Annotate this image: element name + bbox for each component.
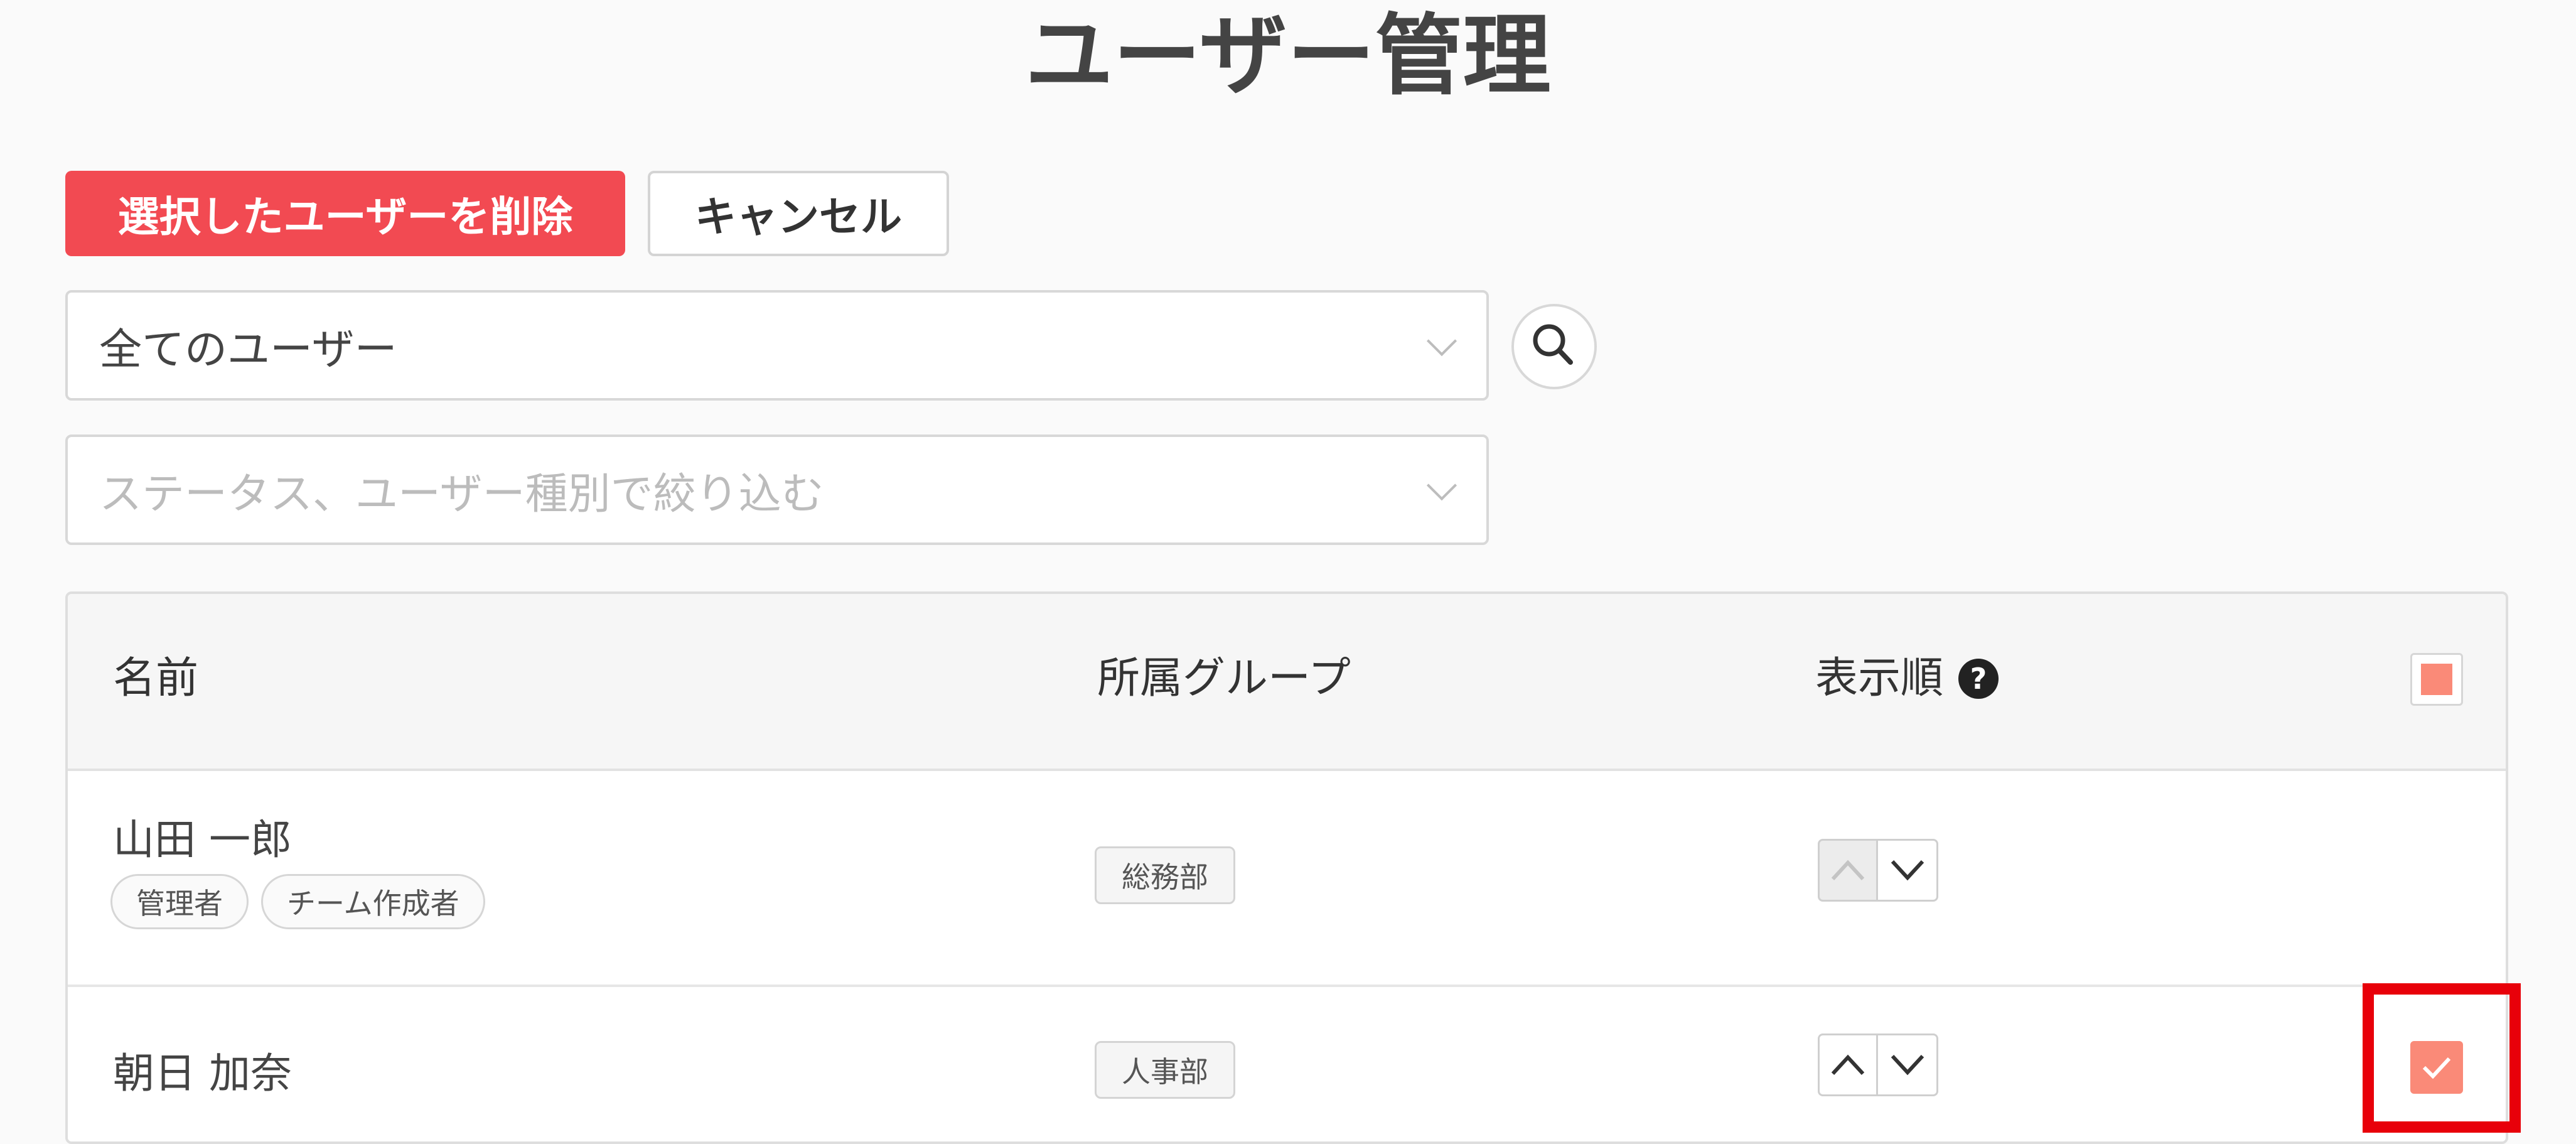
group-chip: 総務部 bbox=[1095, 846, 1235, 904]
indeterminate-mark bbox=[2421, 664, 2452, 695]
cancel-button[interactable]: キャンセル bbox=[648, 171, 949, 256]
user-table: 名前 所属グループ 表示順 ? 山田 一郎 管理者 チーム作成者 総務部 朝日 … bbox=[65, 591, 2508, 1144]
move-up-button[interactable] bbox=[1818, 1033, 1878, 1096]
role-tag: チーム作成者 bbox=[261, 874, 485, 929]
table-row: 朝日 加奈 人事部 bbox=[68, 987, 2506, 1141]
highlight-box bbox=[2363, 983, 2521, 1133]
order-controls bbox=[1818, 839, 1938, 902]
chevron-down-icon bbox=[1891, 860, 1924, 881]
user-name: 山田 一郎 bbox=[113, 816, 292, 864]
table-header: 名前 所属グループ 表示順 ? bbox=[68, 594, 2506, 771]
order-controls bbox=[1818, 1033, 1938, 1096]
user-name: 朝日 加奈 bbox=[113, 1049, 292, 1098]
chevron-down-icon bbox=[1891, 1054, 1924, 1076]
chevron-up-icon bbox=[1831, 1054, 1865, 1076]
user-scope-select[interactable]: 全てのユーザー bbox=[65, 290, 1489, 401]
column-header-order: 表示順 ? bbox=[1815, 650, 1999, 707]
move-up-button[interactable] bbox=[1818, 839, 1878, 902]
search-button[interactable] bbox=[1511, 304, 1597, 389]
chevron-down-icon bbox=[1426, 470, 1457, 501]
chevron-up-icon bbox=[1831, 860, 1865, 881]
move-down-button[interactable] bbox=[1878, 839, 1938, 902]
status-type-filter-placeholder: ステータス、ユーザー種別で絞り込む bbox=[99, 469, 824, 519]
table-row: 山田 一郎 管理者 チーム作成者 総務部 bbox=[68, 769, 2506, 987]
status-type-filter-select[interactable]: ステータス、ユーザー種別で絞り込む bbox=[65, 434, 1489, 545]
question-circle-icon[interactable]: ? bbox=[1958, 659, 1999, 699]
search-icon bbox=[1533, 324, 1573, 365]
page-title: ユーザー管理 bbox=[1025, 5, 1551, 107]
move-down-button[interactable] bbox=[1878, 1033, 1938, 1096]
user-scope-select-value: 全てのユーザー bbox=[99, 325, 397, 375]
role-tag: 管理者 bbox=[110, 874, 249, 929]
column-header-group: 所属グループ bbox=[1097, 654, 1351, 703]
chevron-down-icon bbox=[1426, 326, 1457, 357]
group-chip: 人事部 bbox=[1095, 1041, 1235, 1099]
user-tags: 管理者 チーム作成者 bbox=[110, 874, 485, 929]
select-all-checkbox[interactable] bbox=[2410, 653, 2463, 706]
delete-selected-users-button[interactable]: 選択したユーザーを削除 bbox=[65, 171, 625, 256]
column-header-order-label: 表示順 bbox=[1815, 654, 1944, 703]
column-header-name: 名前 bbox=[113, 654, 199, 703]
